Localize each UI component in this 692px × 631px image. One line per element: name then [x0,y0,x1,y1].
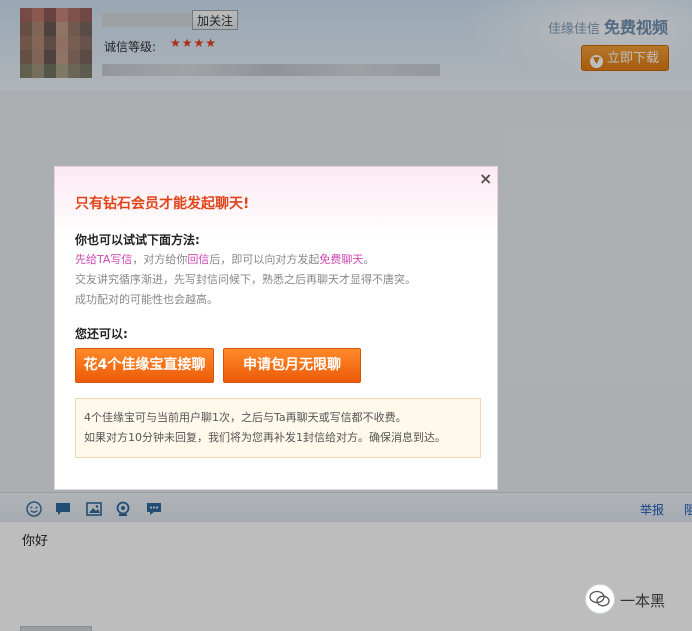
dialog-title: 只有钻石会员才能发起聊天! [75,196,250,212]
tip-success: 成功配对的可能性也会越高。 [75,293,218,306]
write-letter-link[interactable]: 先给TA写信 [75,253,132,266]
tip1-text-f: 。 [363,253,375,266]
notice-box: 4个佳缘宝可与当前用户聊1次，之后与Ta再聊天或写信都不收费。 如果对方10分钟… [75,398,481,458]
wechat-icon [585,584,615,614]
spend-coins-chat-button[interactable]: 花4个佳缘宝直接聊 [75,348,214,383]
try-methods-heading: 你也可以试试下面方法: [75,233,200,247]
upgrade-dialog: × 只有钻石会员才能发起聊天! 你也可以试试下面方法: 先给TA写信，对方给你回… [54,166,498,490]
notice-line: 4个佳缘宝可与当前用户聊1次，之后与Ta再聊天或写信都不收费。 [84,411,407,424]
chat-window: 加关注 诚信等级: ★★★★ 佳缘佳信 免费视频 ▼ 立即下载 举报 阻 你好 … [0,0,692,631]
tip1-text-b: ，对方给你 [132,253,188,266]
reply-text: 回信 [187,253,210,266]
close-icon[interactable]: × [479,169,492,188]
notice-line: 如果对方10分钟未回复，我们将为您再补发1封信给对方。确保消息到达。 [84,431,446,444]
tip-write-letter: 先给TA写信，对方给你回信后，即可以向对方发起免费聊天。 [75,251,374,267]
tip1-text-d: 后，即可以向对方发起 [209,253,320,266]
also-heading: 您还可以: [75,327,128,341]
tip-gradual: 交友讲究循序渐进，先写封信问候下，熟悉之后再聊天才显得不唐突。 [75,273,416,286]
free-chat-text: 免费聊天 [319,253,364,266]
monthly-unlimited-button[interactable]: 申请包月无限聊 [223,348,361,383]
watermark-text: 一本黑 [620,592,666,610]
